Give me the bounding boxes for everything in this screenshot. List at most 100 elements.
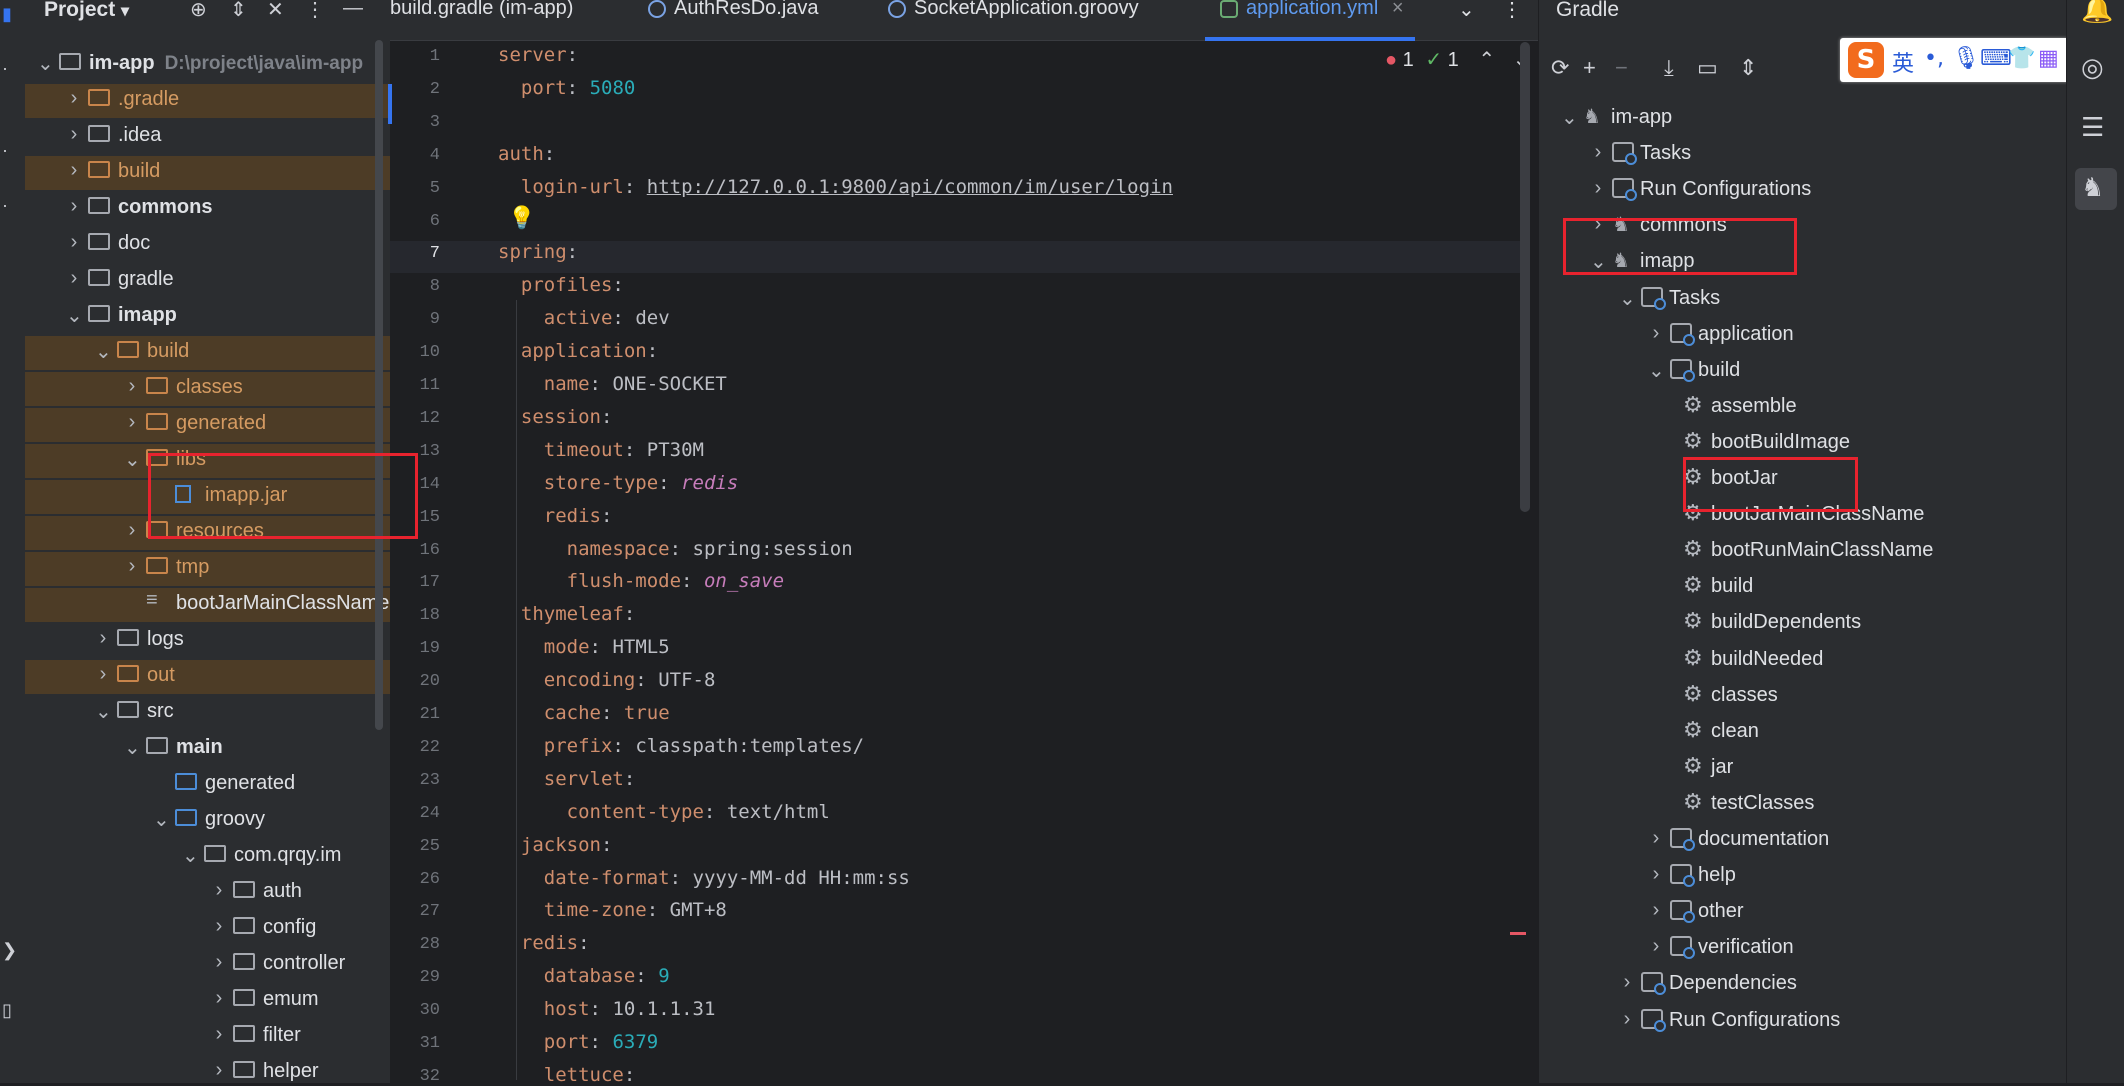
- chevron-right-icon[interactable]: ›: [66, 231, 82, 254]
- project-tree-row[interactable]: › filter: [25, 1020, 390, 1054]
- error-stripe-mark[interactable]: [1510, 932, 1526, 935]
- project-tree-row[interactable]: › build: [25, 156, 390, 190]
- code-line[interactable]: thymeleaf:: [498, 603, 635, 625]
- project-tree-row[interactable]: ≡ bootJarMainClassName: [25, 588, 390, 622]
- structure-tool-icon[interactable]: ·: [2, 140, 8, 161]
- code-line[interactable]: name: ONE-SOCKET: [498, 373, 727, 395]
- options-icon[interactable]: ⋮: [305, 0, 325, 22]
- project-tree-row[interactable]: › gradle: [25, 264, 390, 298]
- gradle-tree-row[interactable]: ⚙ buildDependents: [1539, 607, 2059, 641]
- chevron-down-icon[interactable]: ⌄: [1619, 286, 1636, 311]
- project-tree-row[interactable]: › commons: [25, 192, 390, 226]
- chevron-down-icon[interactable]: ▾: [121, 3, 129, 20]
- code-line[interactable]: spring:: [498, 241, 578, 263]
- chevron-right-icon[interactable]: ›: [95, 663, 111, 686]
- gradle-tree-row[interactable]: ⚙ jar: [1539, 752, 2059, 786]
- project-tree-row[interactable]: › auth: [25, 876, 390, 910]
- inspection-indicators[interactable]: ● 1 ✓ 1 ⌃ ⌄: [1385, 47, 1529, 72]
- close-tab-icon[interactable]: ×: [1392, 0, 1404, 19]
- chevron-right-icon[interactable]: ›: [211, 951, 227, 974]
- ime-toolbar[interactable]: S 英 •, 🎙 ⌨ 👕 ▦: [1840, 38, 2070, 82]
- project-tree-row[interactable]: › tmp: [25, 552, 390, 586]
- gradle-tree-row[interactable]: ⚙ build: [1539, 571, 2059, 605]
- project-tree-row[interactable]: › logs: [25, 624, 390, 658]
- keyboard-icon[interactable]: ⌨: [1980, 46, 2012, 71]
- chevron-right-icon[interactable]: ›: [124, 375, 140, 398]
- gradle-tree-row[interactable]: › verification: [1539, 932, 2059, 966]
- code-line[interactable]: store-type: redis: [498, 472, 739, 494]
- chevron-right-icon[interactable]: ›: [211, 915, 227, 938]
- tabs-dropdown-icon[interactable]: ⌄: [1458, 0, 1475, 22]
- code-line[interactable]: active: dev: [498, 307, 670, 329]
- code-line[interactable]: profiles:: [498, 274, 624, 296]
- chevron-down-icon[interactable]: ⌄: [124, 447, 141, 472]
- chevron-down-icon[interactable]: ⌄: [95, 699, 112, 724]
- code-line[interactable]: servlet:: [498, 768, 636, 790]
- download-sources-icon[interactable]: ⤓: [1664, 55, 1674, 81]
- ime-punctuation-toggle[interactable]: •,: [1924, 46, 1944, 71]
- code-line[interactable]: host: 10.1.1.31: [498, 998, 716, 1020]
- project-panel-title[interactable]: Project ▾: [44, 0, 129, 22]
- remove-icon[interactable]: −: [1615, 55, 1628, 81]
- chevron-down-icon[interactable]: ⌄: [153, 807, 170, 832]
- chevron-right-icon[interactable]: ›: [1619, 1008, 1635, 1031]
- gradle-tree-row[interactable]: ⌄ ♞ im-app: [1539, 102, 2059, 136]
- code-line[interactable]: prefix: classpath:templates/: [498, 735, 864, 757]
- tab-socketapplication[interactable]: SocketApplication.groovy: [888, 0, 1139, 20]
- collapse-all-icon[interactable]: ✕: [267, 0, 284, 22]
- chevron-down-icon[interactable]: ⌄: [95, 339, 112, 364]
- database-icon[interactable]: ☰: [2081, 112, 2104, 143]
- chevron-right-icon[interactable]: ›: [211, 1059, 227, 1082]
- code-line[interactable]: encoding: UTF-8: [498, 669, 716, 691]
- prev-highlight-icon[interactable]: ⌃: [1478, 49, 1495, 71]
- chevron-right-icon[interactable]: ›: [1619, 971, 1635, 994]
- code-line[interactable]: redis:: [498, 932, 590, 954]
- project-tool-icon[interactable]: ▮: [2, 4, 12, 25]
- hide-icon[interactable]: —: [343, 0, 363, 20]
- expand-collapse-icon[interactable]: ⇕: [1739, 55, 1757, 81]
- code-line[interactable]: namespace: spring:session: [498, 538, 853, 560]
- services-tool-icon[interactable]: ❯: [2, 940, 17, 961]
- chevron-right-icon[interactable]: ›: [124, 411, 140, 434]
- chevron-right-icon[interactable]: ›: [1648, 899, 1664, 922]
- project-tree-row[interactable]: › config: [25, 912, 390, 946]
- locate-icon[interactable]: ⊕: [190, 0, 207, 22]
- ime-language-toggle[interactable]: 英: [1892, 46, 1914, 78]
- gradle-tree-row[interactable]: ⚙ classes: [1539, 680, 2059, 714]
- code-line[interactable]: auth:: [498, 143, 555, 165]
- chevron-down-icon[interactable]: ⌄: [37, 51, 54, 76]
- chevron-right-icon[interactable]: ›: [211, 987, 227, 1010]
- chevron-right-icon[interactable]: ›: [211, 1023, 227, 1046]
- chevron-down-icon[interactable]: ⌄: [124, 735, 141, 760]
- gradle-tree-row[interactable]: ⚙ clean: [1539, 716, 2059, 750]
- gradle-tree-row[interactable]: › documentation: [1539, 824, 2059, 858]
- ai-assistant-icon[interactable]: ◎: [2081, 52, 2104, 83]
- code-line[interactable]: content-type: text/html: [498, 801, 830, 823]
- gradle-tree-row[interactable]: ⚙ assemble: [1539, 391, 2059, 425]
- chevron-right-icon[interactable]: ›: [1590, 141, 1606, 164]
- chevron-down-icon[interactable]: ⌄: [66, 303, 83, 328]
- tab-build-gradle[interactable]: build.gradle (im-app): [390, 0, 573, 20]
- sogou-logo-icon[interactable]: S: [1848, 42, 1884, 78]
- gradle-tree-row[interactable]: › application: [1539, 319, 2059, 353]
- chevron-right-icon[interactable]: ›: [211, 879, 227, 902]
- gradle-tree-row[interactable]: ⌄ build: [1539, 355, 2059, 389]
- project-tree-row[interactable]: ⌄ im-app D:\project\java\im-app: [25, 48, 390, 82]
- chevron-down-icon[interactable]: ⌄: [1561, 105, 1578, 130]
- commit-tool-icon[interactable]: ·: [2, 58, 8, 79]
- gradle-tree-row[interactable]: ⚙ bootBuildImage: [1539, 427, 2059, 461]
- project-tree-row[interactable]: › generated: [25, 408, 390, 442]
- tabs-options-icon[interactable]: ⋮: [1502, 0, 1522, 22]
- tab-authresdo[interactable]: AuthResDo.java: [648, 0, 819, 20]
- notifications-icon[interactable]: 🔔: [2081, 0, 2113, 25]
- project-tree-row[interactable]: › doc: [25, 228, 390, 262]
- project-tree-row[interactable]: › .gradle: [25, 84, 390, 118]
- project-tree-row[interactable]: ⌄ groovy: [25, 804, 390, 838]
- chevron-right-icon[interactable]: ›: [1648, 935, 1664, 958]
- gradle-tree-row[interactable]: › other: [1539, 896, 2059, 930]
- code-line[interactable]: time-zone: GMT+8: [498, 899, 727, 921]
- project-tree-row[interactable]: › emum: [25, 984, 390, 1018]
- toolbox-icon[interactable]: ▦: [2038, 46, 2059, 71]
- expand-all-icon[interactable]: ⇕: [230, 0, 247, 22]
- chevron-right-icon[interactable]: ›: [95, 627, 111, 650]
